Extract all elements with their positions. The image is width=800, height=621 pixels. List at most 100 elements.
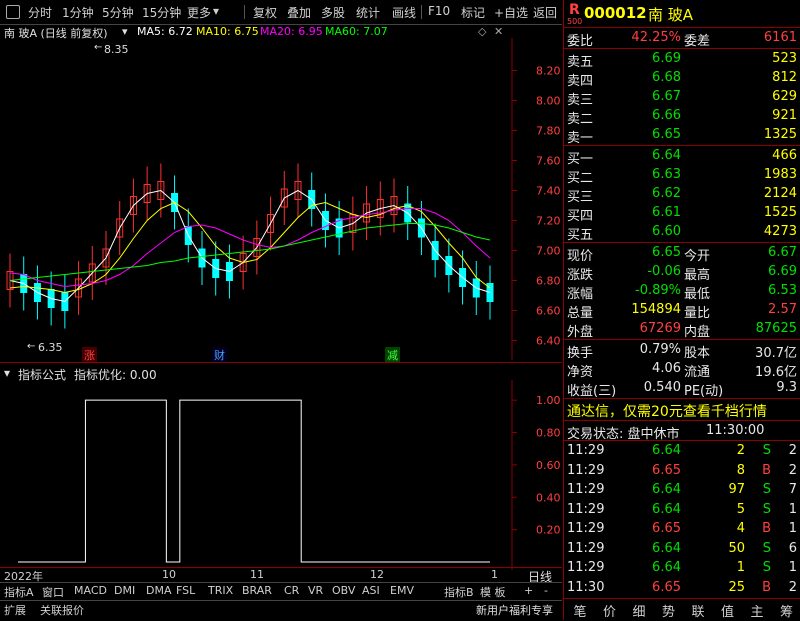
bid-volume: 1983 <box>764 167 797 182</box>
bid-price: 6.64 <box>652 148 681 163</box>
quote-tab-3[interactable]: 势 <box>655 601 683 620</box>
btn-mark[interactable]: 标记 <box>461 4 485 21</box>
trade-status-time: 11:30:00 <box>706 423 764 438</box>
btn-multi[interactable]: 多股 <box>321 4 345 21</box>
quote-panel: R 500 000012 南 玻A 委比 42.25% 委差 6161 卖五6.… <box>563 0 800 620</box>
btn-fuquan[interactable]: 复权 <box>253 4 277 21</box>
btn-back[interactable]: 返回 <box>533 4 557 21</box>
toolbar-menu-icon[interactable] <box>6 5 20 19</box>
quote-tab-7[interactable]: 筹 <box>773 601 800 620</box>
ask-volume: 1325 <box>764 127 797 142</box>
indicator-tab-8[interactable]: CR <box>284 584 299 600</box>
indicator-tick-label: 0.40 <box>536 491 561 504</box>
xtick-4: 1 <box>491 568 498 581</box>
indicator-tab-14[interactable]: 模 板 <box>480 584 506 600</box>
indicator-tab-15[interactable]: + <box>524 584 533 600</box>
quote-tab-6[interactable]: 主 <box>743 601 771 620</box>
indicator-tab-6[interactable]: TRIX <box>208 584 233 600</box>
ask-label: 卖二 <box>567 108 593 127</box>
tick-side: S <box>763 502 771 517</box>
ask-volume: 921 <box>772 108 797 123</box>
tick-time: 11:29 <box>567 541 604 556</box>
bid-volume: 4273 <box>764 224 797 239</box>
stat-value: -0.06 <box>647 264 681 279</box>
weibi-label: 委比 <box>567 30 593 49</box>
ma5-label: MA5: 6.72 <box>137 25 193 38</box>
btn-f10[interactable]: F10 <box>428 4 450 18</box>
stat-value: 6.69 <box>768 264 797 279</box>
event-cai[interactable]: 财 <box>212 347 227 363</box>
bid-label: 买五 <box>567 224 593 243</box>
bid-volume: 466 <box>772 148 797 163</box>
tick-price: 6.64 <box>652 541 681 556</box>
stat-value: 6.67 <box>768 245 797 260</box>
tab-15min[interactable]: 15分钟 <box>142 4 181 21</box>
tick-side: S <box>763 560 771 575</box>
indicator-chart[interactable]: 1.000.800.600.400.20 <box>0 380 562 570</box>
indicator-tab-3[interactable]: DMI <box>114 584 135 600</box>
low-arrow: ← <box>27 341 35 352</box>
tick-price: 6.65 <box>652 580 681 595</box>
quote-tab-5[interactable]: 值 <box>714 601 742 620</box>
btn-stats[interactable]: 统计 <box>356 4 380 21</box>
ask-label: 卖四 <box>567 70 593 89</box>
indicator-tab-5[interactable]: FSL <box>176 584 195 600</box>
tab-1min[interactable]: 1分钟 <box>62 4 94 21</box>
quote-tab-4[interactable]: 联 <box>684 601 712 620</box>
indicator-tab-9[interactable]: VR <box>308 584 323 600</box>
tick-volume: 2 <box>737 443 745 458</box>
kline-chart[interactable]: 8.208.007.807.607.407.207.006.806.606.40 <box>0 38 562 360</box>
more-dropdown-icon[interactable]: ▾ <box>213 4 219 18</box>
settings-icon[interactable]: ◇ <box>478 25 486 38</box>
fin-label: 股本 <box>684 342 710 361</box>
bid-price: 6.62 <box>652 186 681 201</box>
ma20-label: MA20: 6.95 <box>260 25 323 38</box>
ext-button[interactable]: 扩展 <box>4 602 26 618</box>
event-jian[interactable]: 减 <box>385 347 400 363</box>
bid-price: 6.63 <box>652 167 681 182</box>
indicator-tab-7[interactable]: BRAR <box>242 584 272 600</box>
promo-text[interactable]: 通达信，仅需20元查看千档行情 <box>567 401 767 421</box>
price-tick-label: 7.60 <box>536 155 561 168</box>
indicator-tab-12[interactable]: EMV <box>390 584 414 600</box>
btn-add-watch[interactable]: +自选 <box>494 4 528 21</box>
tab-minute[interactable]: 分时 <box>28 4 52 21</box>
tick-volume: 25 <box>728 580 745 595</box>
tab-5min[interactable]: 5分钟 <box>102 4 134 21</box>
bid-volume: 2124 <box>764 186 797 201</box>
indicator-collapse-icon[interactable]: ▾ <box>4 366 10 380</box>
collapse-icon[interactable]: ▾ <box>122 25 128 38</box>
indicator-tab-0[interactable]: 指标A <box>4 584 34 600</box>
quote-tab-1[interactable]: 价 <box>596 601 624 620</box>
indicator-tick-label: 0.80 <box>536 427 561 440</box>
tab-more[interactable]: 更多 <box>187 4 211 21</box>
stat-value: -0.89% <box>635 283 681 298</box>
indicator-tab-10[interactable]: OBV <box>332 584 355 600</box>
indicator-tab-11[interactable]: ASI <box>362 584 380 600</box>
tick-volume: 4 <box>737 521 745 536</box>
indicator-tab-13[interactable]: 指标B <box>444 584 474 600</box>
tick-side: S <box>763 541 771 556</box>
quote-tab-0[interactable]: 笔 <box>566 601 594 620</box>
ask-volume: 812 <box>772 70 797 85</box>
indicator-tab-16[interactable]: - <box>544 584 548 600</box>
promo-link[interactable]: 新用户福利专享 <box>476 602 553 618</box>
btn-overlay[interactable]: 叠加 <box>287 4 311 21</box>
quote-tab-2[interactable]: 细 <box>625 601 653 620</box>
linked-quote-button[interactable]: 关联报价 <box>40 602 84 618</box>
indicator-tab-2[interactable]: MACD <box>74 584 107 600</box>
tick-price: 6.64 <box>652 482 681 497</box>
ask-volume: 523 <box>772 51 797 66</box>
event-zhang[interactable]: 涨 <box>82 347 97 363</box>
close-chart-icon[interactable]: ✕ <box>494 25 503 38</box>
btn-draw[interactable]: 画线 <box>392 4 416 21</box>
market-sub: 500 <box>567 17 582 26</box>
indicator-tab-4[interactable]: DMA <box>146 584 172 600</box>
fin-label: 流通 <box>684 361 710 380</box>
stat-label: 外盘 <box>567 321 593 340</box>
stat-label: 量比 <box>684 302 710 321</box>
ask-price: 6.69 <box>652 51 681 66</box>
tick-time: 11:29 <box>567 463 604 478</box>
indicator-tick-label: 0.20 <box>536 524 561 537</box>
indicator-tab-1[interactable]: 窗口 <box>42 584 64 600</box>
